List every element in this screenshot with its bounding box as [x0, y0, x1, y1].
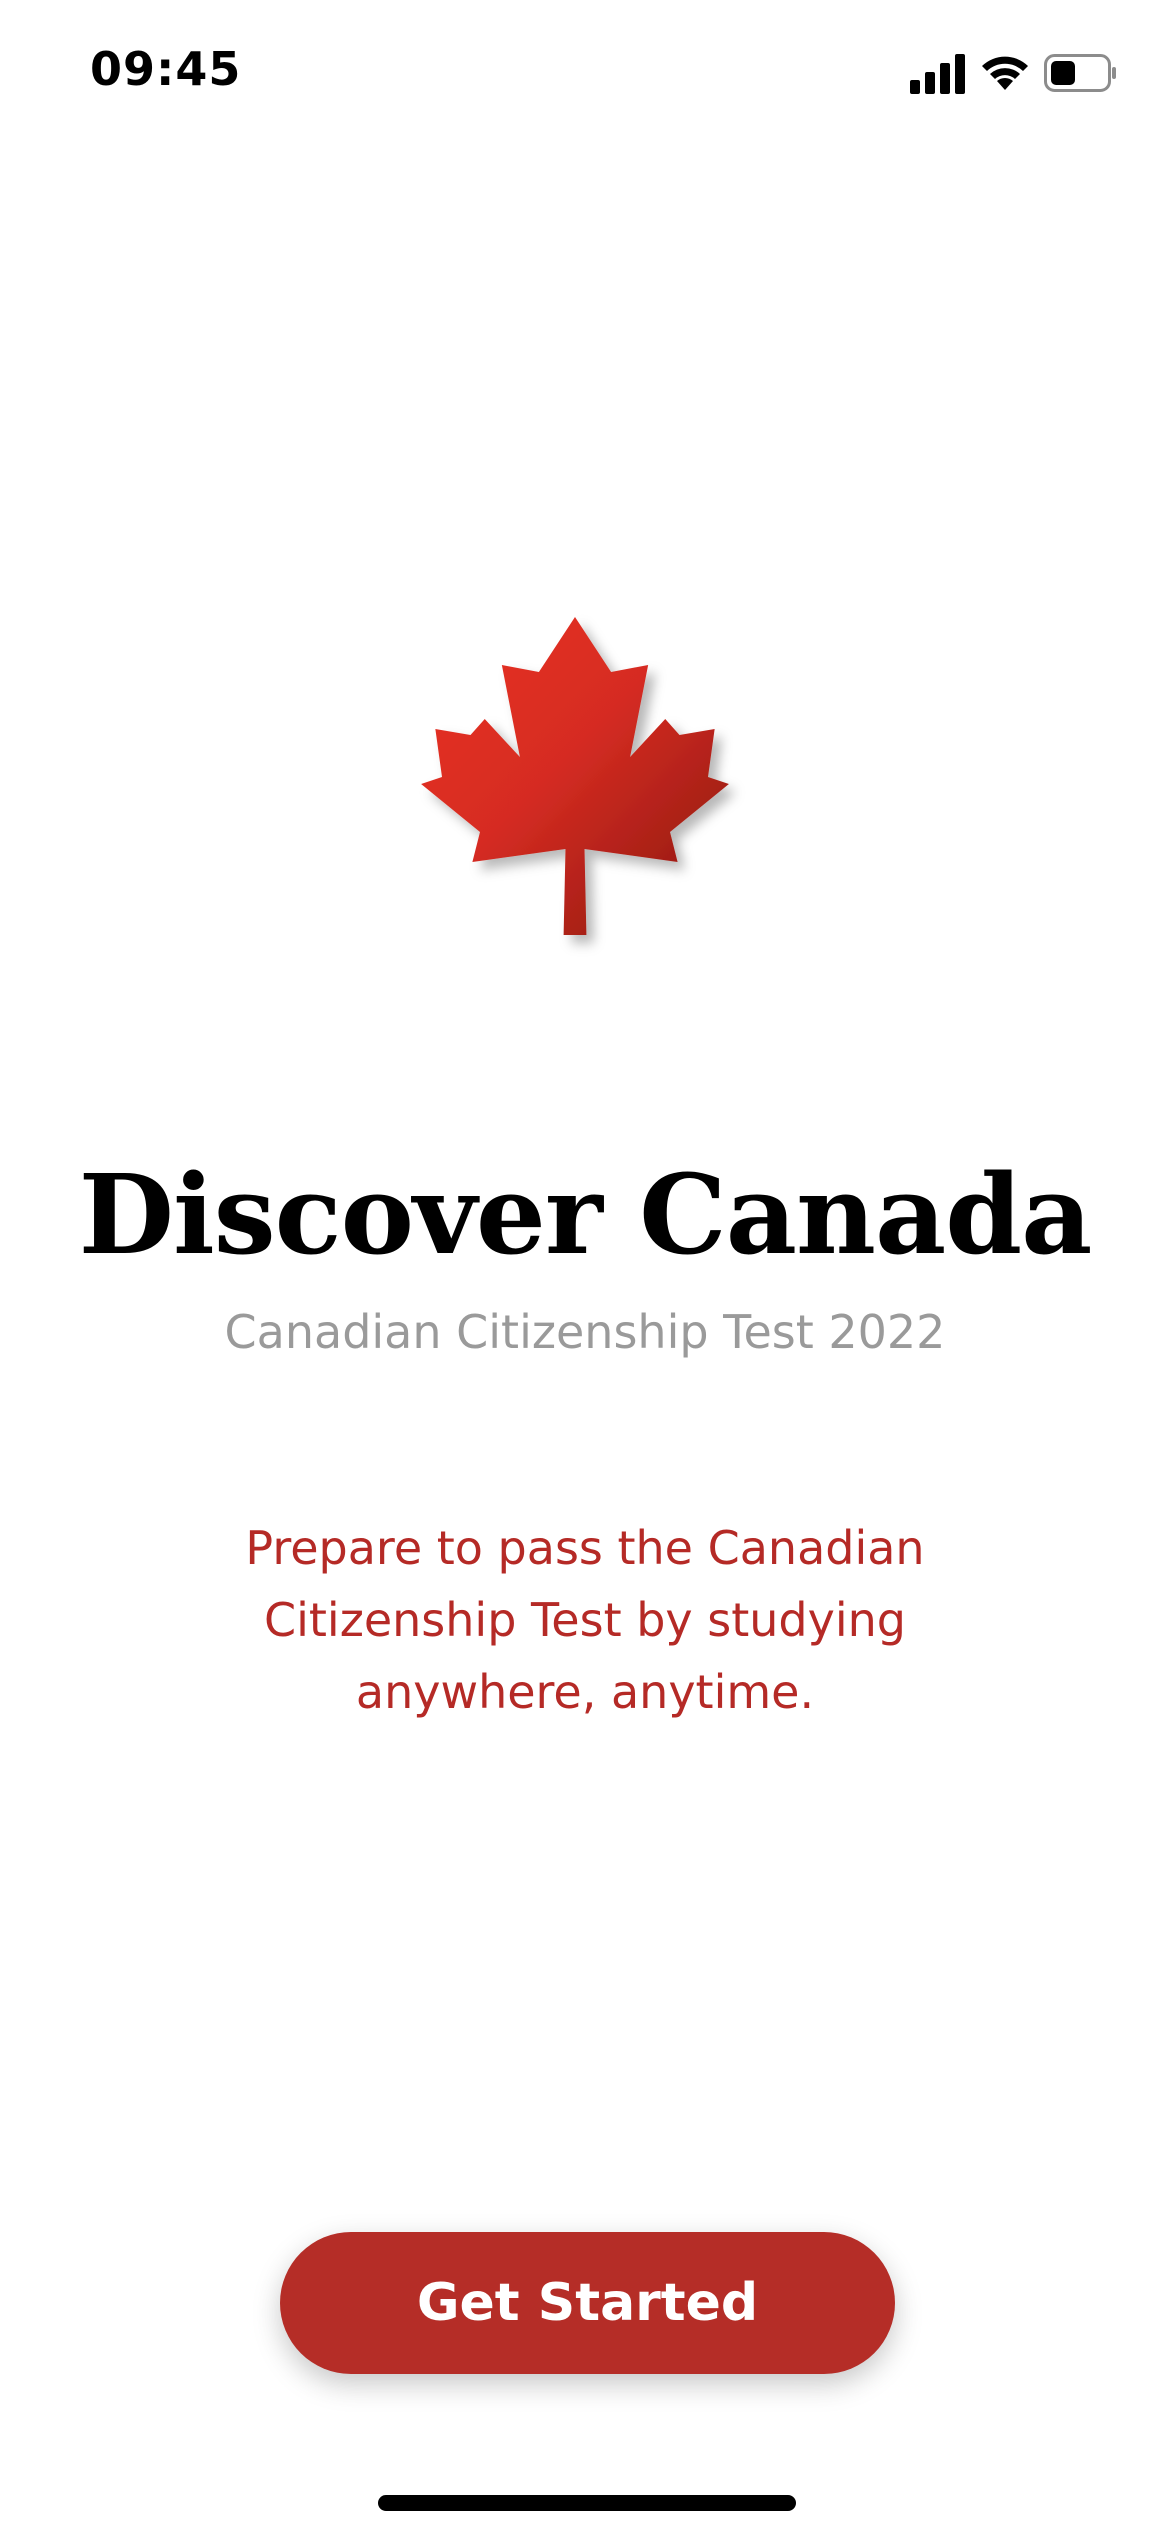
wifi-icon: [982, 56, 1028, 90]
cellular-signal-icon: [910, 54, 965, 94]
maple-leaf-icon: [421, 617, 729, 935]
status-time: 09:45: [90, 42, 242, 96]
app-subtitle: Canadian Citizenship Test 2022: [224, 1305, 946, 1359]
status-bar: 09:45: [0, 0, 1170, 150]
app-title: Discover Canada: [78, 1150, 1093, 1279]
home-indicator[interactable]: [378, 2495, 796, 2511]
battery-icon: [1044, 54, 1116, 92]
app-description: Prepare to pass the Canadian Citizenship…: [245, 1521, 925, 1719]
get-started-button[interactable]: Get Started: [280, 2232, 895, 2374]
